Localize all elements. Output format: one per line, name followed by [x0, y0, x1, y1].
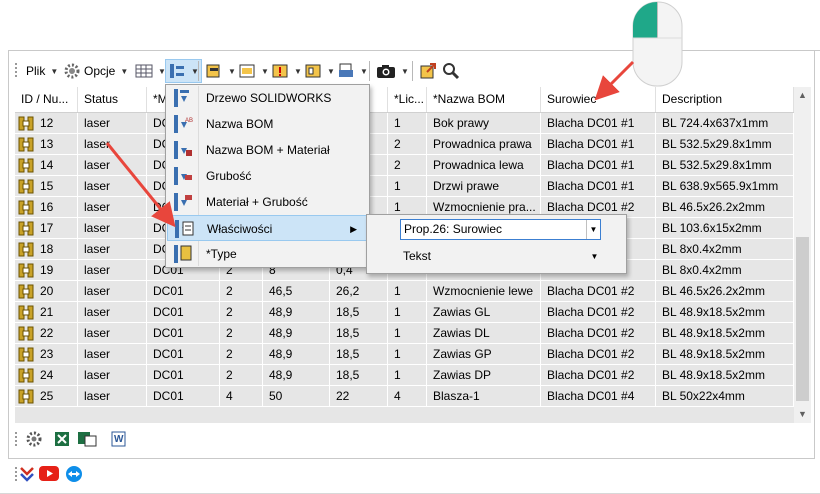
arrow-to-properties-item	[105, 142, 176, 228]
arrow-to-surowiec-column	[594, 60, 635, 101]
annotation-arrows	[105, 60, 635, 228]
